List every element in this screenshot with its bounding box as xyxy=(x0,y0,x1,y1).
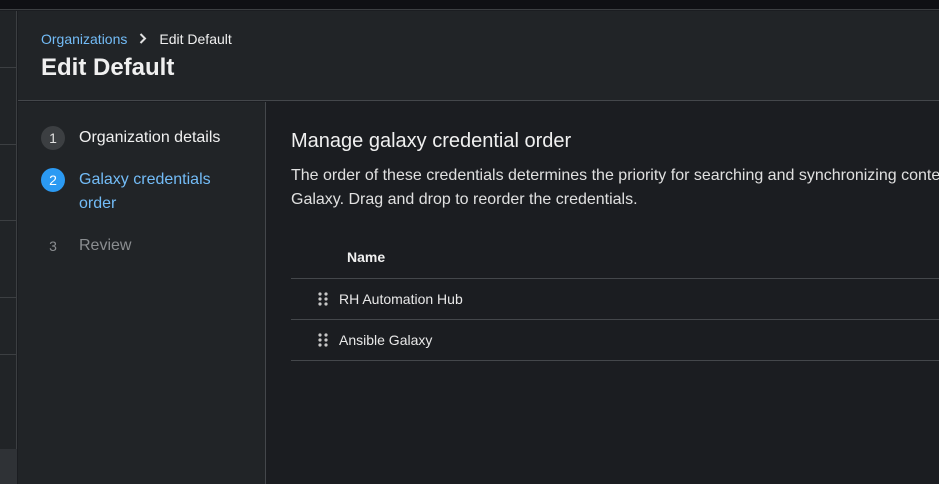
masthead xyxy=(0,0,939,10)
nav-divider xyxy=(0,354,17,355)
step-label: Galaxy credentials order xyxy=(79,171,211,212)
credential-name: Ansible Galaxy xyxy=(339,332,433,348)
step-label: Review xyxy=(79,237,132,254)
breadcrumb-organizations-link[interactable]: Organizations xyxy=(41,31,127,47)
step-number: 1 xyxy=(41,126,65,150)
breadcrumb-current: Edit Default xyxy=(159,31,232,47)
credentials-table: Name RH Automation Hub Ansible Galaxy xyxy=(291,236,939,361)
table-row[interactable]: Ansible Galaxy xyxy=(291,320,939,361)
breadcrumb: Organizations Edit Default xyxy=(41,31,232,47)
nav-divider xyxy=(0,297,17,298)
wizard-nav: 1 Organization details 2 Galaxy credenti… xyxy=(18,102,266,484)
column-header-name: Name xyxy=(347,249,386,265)
page-title: Edit Default xyxy=(41,54,175,81)
page-header: Organizations Edit Default Edit Default xyxy=(18,11,939,101)
nav-item-active[interactable] xyxy=(0,449,17,484)
nav-divider xyxy=(0,67,17,68)
step-number: 3 xyxy=(49,238,57,254)
step-number: 2 xyxy=(41,168,65,192)
wizard-step-galaxy-credentials-order[interactable]: 2 Galaxy credentials order xyxy=(41,168,241,216)
section-description: The order of these credentials determine… xyxy=(291,167,939,208)
step-label: Organization details xyxy=(79,129,221,146)
table-header: Name xyxy=(291,236,939,279)
wizard-step-organization-details[interactable]: 1 Organization details xyxy=(41,126,220,150)
nav-divider xyxy=(0,144,17,145)
chevron-right-icon xyxy=(139,31,147,47)
section-title: Manage galaxy credential order xyxy=(291,130,572,152)
nav-divider xyxy=(0,220,17,221)
side-navigation xyxy=(0,11,17,484)
wizard-step-review[interactable]: 3 Review xyxy=(41,234,131,258)
table-row[interactable]: RH Automation Hub xyxy=(291,279,939,320)
wizard-body: Manage galaxy credential order The order… xyxy=(267,102,939,484)
credential-name: RH Automation Hub xyxy=(339,291,463,307)
